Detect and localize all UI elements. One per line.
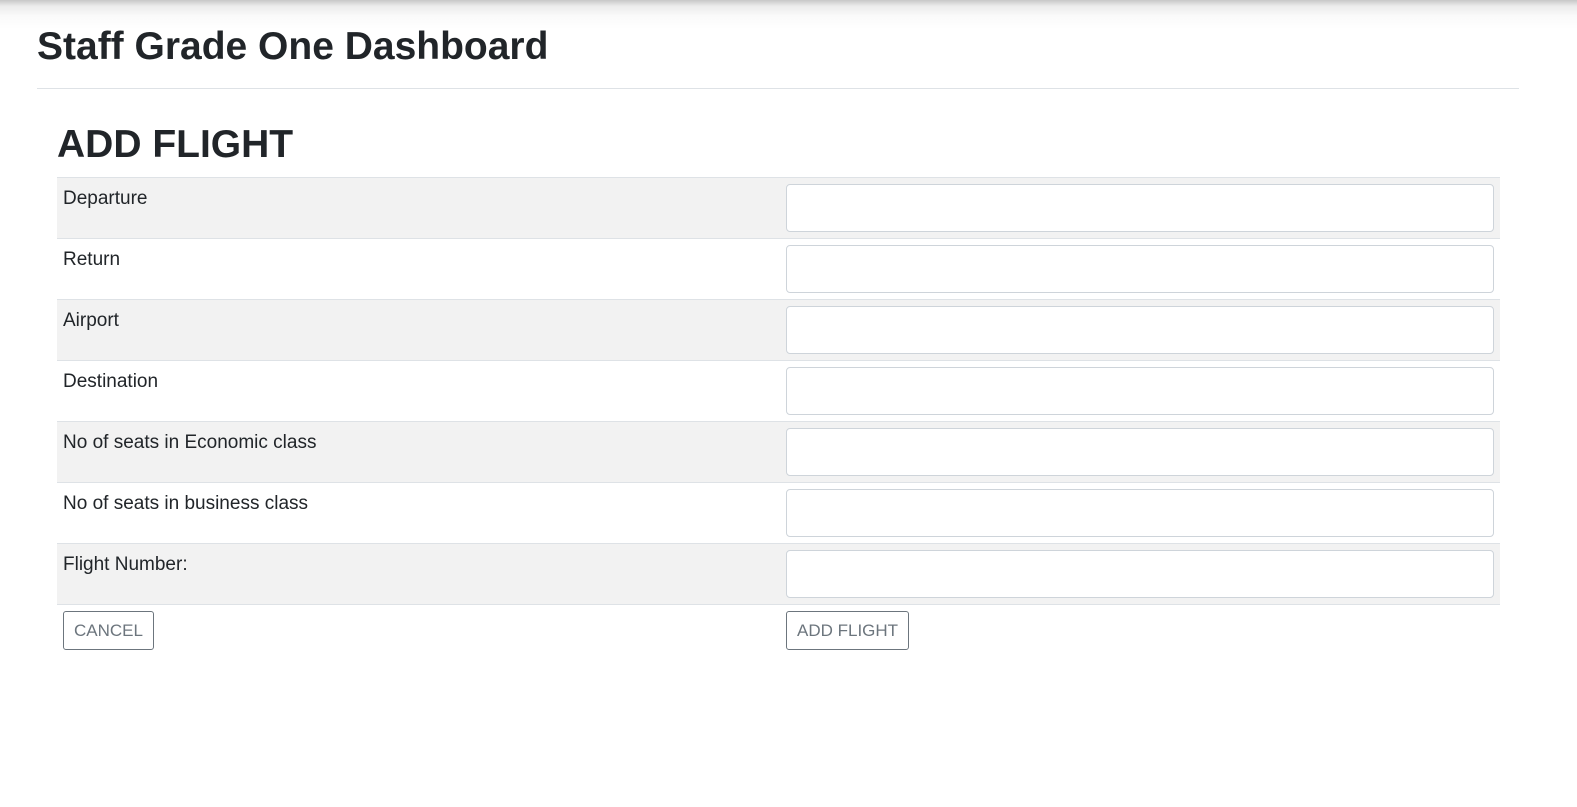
economic-seats-input[interactable] [786,428,1494,476]
form-row-departure: Departure [57,177,1500,239]
economic-seats-label: No of seats in Economic class [63,432,317,453]
page-title: Staff Grade One Dashboard [37,25,549,68]
return-input[interactable] [786,245,1494,293]
departure-input[interactable] [786,184,1494,232]
destination-input[interactable] [786,367,1494,415]
cancel-button[interactable]: CANCEL [63,611,154,650]
form-title: ADD FLIGHT [57,123,294,166]
business-seats-input[interactable] [786,489,1494,537]
form-row-destination: Destination [57,360,1500,422]
flight-number-input[interactable] [786,550,1494,598]
form-row-business-seats: No of seats in business class [57,482,1500,544]
form-row-flight-number: Flight Number: [57,543,1500,605]
header-divider [37,88,1519,89]
add-flight-button[interactable]: ADD FLIGHT [786,611,910,650]
form-actions: CANCEL ADD FLIGHT [57,604,1500,657]
page: Staff Grade One Dashboard ADD FLIGHT Dep… [0,0,1577,807]
flight-form-table: Departure Return Airport Destination No … [57,177,1500,656]
add-flight-form: ADD FLIGHT Departure Return Airport Dest… [57,120,1500,656]
form-row-return: Return [57,238,1500,300]
destination-label: Destination [63,371,159,392]
form-row-airport: Airport [57,299,1500,361]
departure-label: Departure [63,188,148,209]
airport-label: Airport [63,310,119,331]
airport-input[interactable] [786,306,1494,354]
return-label: Return [63,249,121,270]
business-seats-label: No of seats in business class [63,493,309,514]
dashboard-header: Staff Grade One Dashboard [37,22,1519,72]
form-row-economic-seats: No of seats in Economic class [57,421,1500,483]
flight-number-label: Flight Number: [63,554,188,575]
